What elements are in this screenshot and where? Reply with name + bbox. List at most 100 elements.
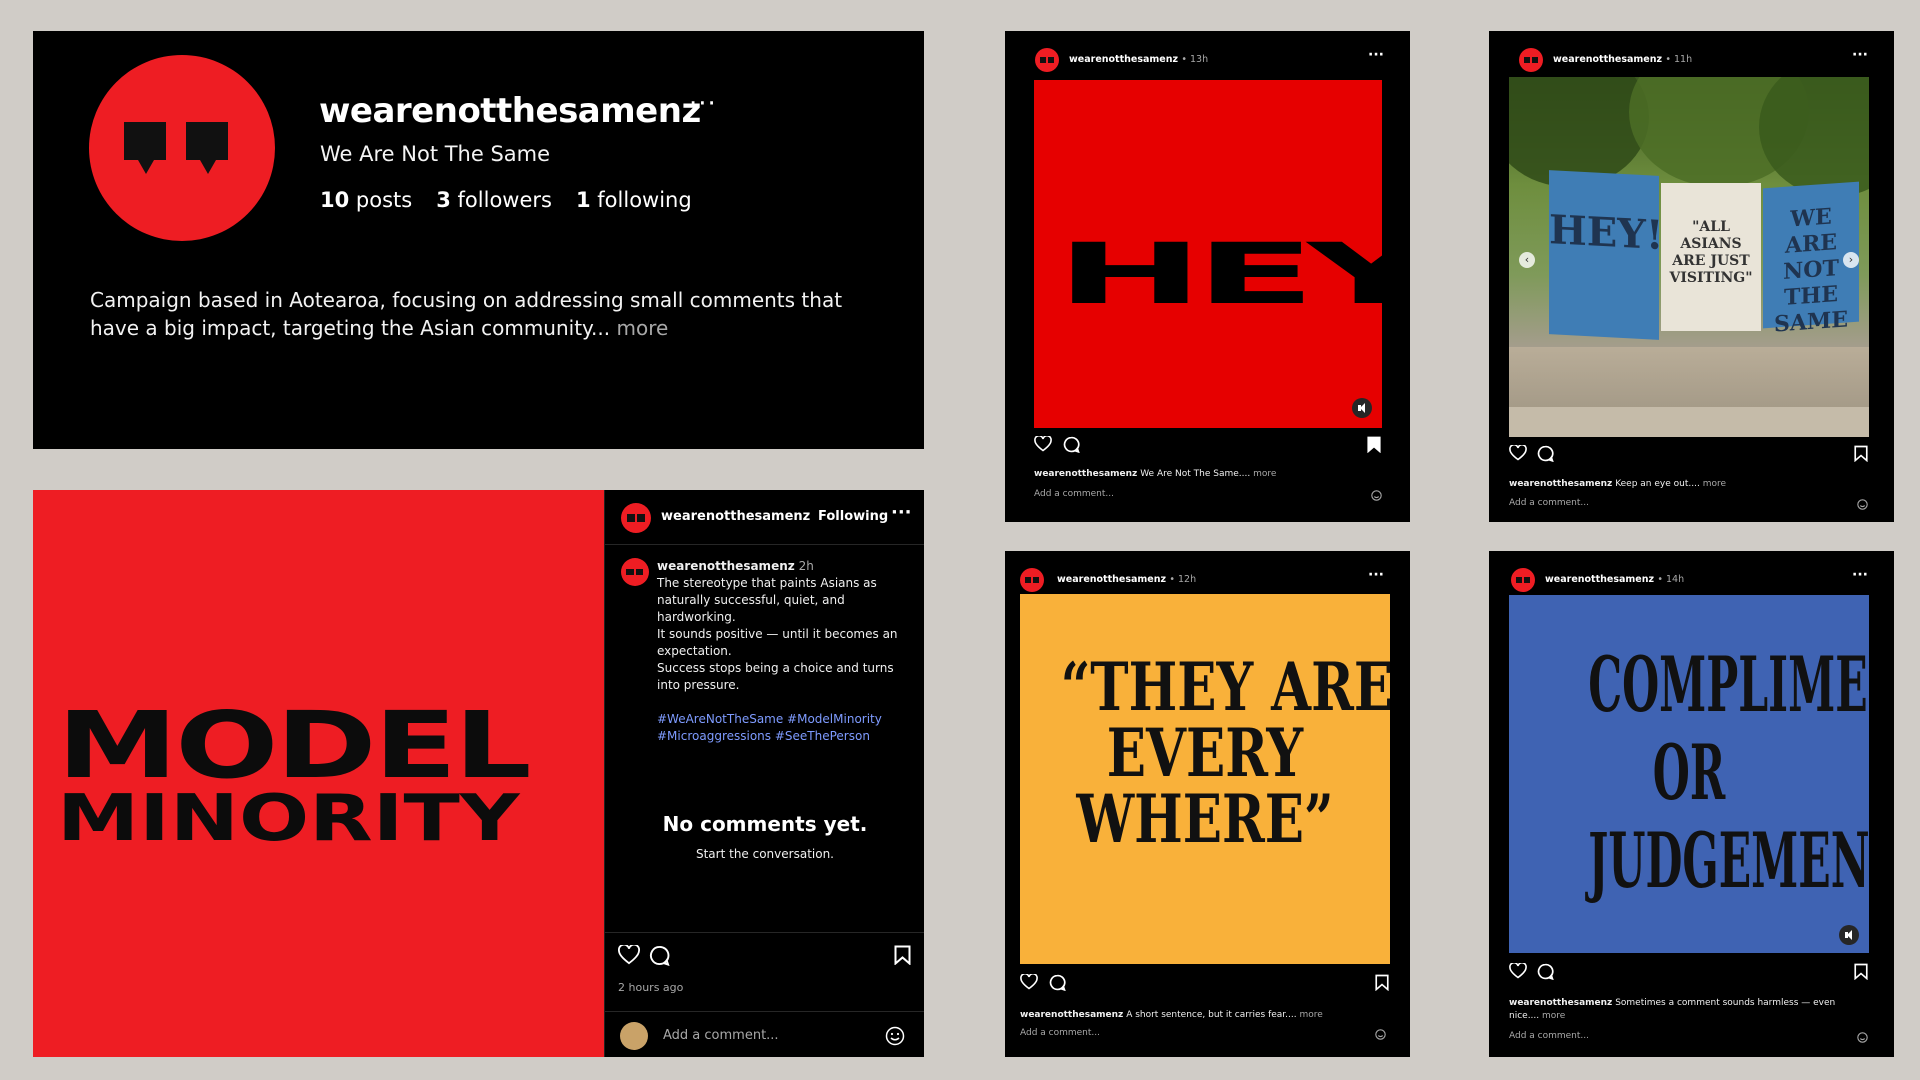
- add-comment-bar: Add a comment...: [605, 1011, 924, 1057]
- add-comment-input[interactable]: Add a comment...: [663, 1028, 779, 1043]
- posted-ago: 2 hours ago: [618, 981, 684, 994]
- pavement-shape: [1509, 407, 1869, 437]
- comment-icon[interactable]: [1049, 974, 1066, 991]
- post-username: wearenotthesamenz • 14h: [1545, 574, 1685, 585]
- more-icon[interactable]: ···: [1368, 567, 1384, 583]
- billboard-panel: HEY!: [1549, 170, 1664, 340]
- smiley-icon[interactable]: [1857, 499, 1868, 510]
- no-comments-title: No comments yet.: [662, 812, 868, 836]
- billboard-text: "ALL ASIANS ARE JUST VISITING": [1669, 219, 1753, 286]
- profile-display-name: We Are Not The Same: [320, 142, 551, 166]
- chevron-right-icon[interactable]: ›: [1843, 252, 1859, 268]
- no-comments-subtitle: Start the conversation.: [695, 847, 834, 861]
- post-image[interactable]: “THEY ARE EVERY WHERE”: [1020, 594, 1390, 964]
- more-icon[interactable]: ···: [689, 89, 717, 119]
- avatar[interactable]: [621, 503, 651, 533]
- art-line: JUDGEMENT: [1588, 816, 1869, 905]
- art-line: OR: [1652, 728, 1726, 817]
- bookmark-icon[interactable]: [1854, 445, 1868, 462]
- post-sidebar: wearenotthesamenz Following ··· wearenot…: [604, 490, 924, 1057]
- caption-time: 2h: [798, 559, 814, 573]
- post-header: wearenotthesamenz Following ···: [605, 490, 924, 545]
- post-image[interactable]: HEY!: [1034, 80, 1382, 428]
- avatar[interactable]: [1020, 568, 1044, 592]
- profile-card: wearenotthesamenz ··· We Are Not The Sam…: [33, 31, 924, 449]
- post-username: wearenotthesamenz • 12h: [1057, 574, 1197, 585]
- add-comment-input[interactable]: Add a comment...: [1020, 1028, 1100, 1038]
- post-image[interactable]: MODEL MINORITY: [33, 490, 604, 1057]
- following-button[interactable]: Following: [818, 509, 888, 524]
- heart-icon[interactable]: [1509, 445, 1527, 461]
- art-text-hey: HEY!: [1056, 225, 1382, 323]
- mute-icon[interactable]: [1352, 398, 1372, 418]
- smiley-icon[interactable]: [1371, 490, 1382, 501]
- art-text-minority: MINORITY: [57, 782, 520, 856]
- post-caption: wearenotthesamenz Sometimes a comment so…: [1509, 998, 1836, 1021]
- billboard-text: HEY!: [1549, 206, 1664, 260]
- bio-text: Campaign based in Aotearoa, focusing on …: [90, 288, 843, 340]
- more-icon[interactable]: ···: [891, 502, 912, 523]
- avatar: [620, 1022, 648, 1050]
- profile-stats: 10 posts 3 followers 1 following: [320, 188, 692, 212]
- art-text: “THEY ARE EVERY WHERE”: [1020, 654, 1390, 852]
- post-actions: 2 hours ago Add a comment...: [605, 932, 924, 1057]
- heart-icon[interactable]: [1509, 963, 1527, 979]
- caption-line: The stereotype that paints Asians as nat…: [657, 576, 877, 624]
- heart-icon[interactable]: [1020, 974, 1038, 990]
- profile-avatar[interactable]: [89, 55, 275, 241]
- art-text: COMPLIMENT OR JUDGEMENT: [1509, 641, 1869, 905]
- following-stat[interactable]: 1 following: [576, 188, 692, 212]
- post-card: wearenotthesamenz • 12h ··· “THEY ARE EV…: [1005, 551, 1410, 1057]
- add-comment-input[interactable]: Add a comment...: [1509, 1031, 1589, 1041]
- avatar[interactable]: [1511, 568, 1535, 592]
- bookmark-icon[interactable]: [1375, 974, 1389, 991]
- post-username: wearenotthesamenz • 13h: [1069, 54, 1209, 65]
- more-icon[interactable]: ···: [1852, 47, 1868, 63]
- avatar[interactable]: [1519, 48, 1543, 72]
- art-line: COMPLIMENT: [1588, 640, 1869, 729]
- smiley-icon[interactable]: [1375, 1029, 1386, 1040]
- post-username[interactable]: wearenotthesamenz: [661, 509, 810, 524]
- caption-username[interactable]: wearenotthesamenz: [657, 559, 795, 573]
- profile-username: wearenotthesamenz: [319, 91, 701, 131]
- avatar[interactable]: [1035, 48, 1059, 72]
- model-minority-post: MODEL MINORITY wearenotthesamenz Followi…: [33, 490, 924, 1057]
- billboard-panel: "ALL ASIANS ARE JUST VISITING": [1661, 183, 1761, 331]
- post-card: wearenotthesamenz • 14h ··· COMPLIMENT O…: [1489, 551, 1894, 1057]
- add-comment-input[interactable]: Add a comment...: [1509, 498, 1589, 508]
- caption-hashtags[interactable]: #WeAreNotTheSame #ModelMinority #Microag…: [657, 712, 882, 743]
- posts-stat[interactable]: 10 posts: [320, 188, 412, 212]
- post-image[interactable]: COMPLIMENT OR JUDGEMENT: [1509, 595, 1869, 953]
- mute-icon[interactable]: [1839, 925, 1859, 945]
- post-image[interactable]: HEY! "ALL ASIANS ARE JUST VISITING" WE A…: [1509, 77, 1869, 437]
- heart-icon[interactable]: [618, 945, 640, 965]
- comment-icon[interactable]: [1537, 445, 1554, 462]
- comment-icon[interactable]: [649, 945, 670, 966]
- heart-icon[interactable]: [1034, 436, 1052, 452]
- bookmark-icon[interactable]: [1367, 436, 1381, 453]
- art-line: WHERE”: [1076, 780, 1334, 858]
- followers-stat[interactable]: 3 followers: [436, 188, 552, 212]
- caption-line: Success stops being a choice and turns i…: [657, 661, 894, 692]
- more-icon[interactable]: ···: [1852, 567, 1868, 583]
- smiley-icon[interactable]: [1857, 1032, 1868, 1043]
- caption-line: It sounds positive — until it becomes an…: [657, 627, 898, 658]
- comment-icon[interactable]: [1063, 436, 1080, 453]
- post-caption: wearenotthesamenz A short sentence, but …: [1020, 1010, 1323, 1020]
- chevron-left-icon[interactable]: ‹: [1519, 252, 1535, 268]
- post-username: wearenotthesamenz • 11h: [1553, 54, 1693, 65]
- post-caption: wearenotthesamenz Keep an eye out.... mo…: [1509, 479, 1727, 489]
- more-icon[interactable]: ···: [1368, 47, 1384, 63]
- bio-more-link[interactable]: more: [616, 316, 668, 340]
- comment-icon[interactable]: [1537, 963, 1554, 980]
- add-comment-input[interactable]: Add a comment...: [1034, 489, 1114, 499]
- quote-logo-icon: [124, 122, 228, 174]
- art-line: EVERY: [1106, 714, 1304, 792]
- bookmark-icon[interactable]: [894, 945, 911, 965]
- avatar[interactable]: [621, 558, 649, 586]
- smiley-icon[interactable]: [885, 1026, 905, 1046]
- profile-bio: Campaign based in Aotearoa, focusing on …: [90, 286, 890, 342]
- post-caption: wearenotthesamenz We Are Not The Same...…: [1034, 469, 1277, 479]
- art-line: “THEY ARE: [1060, 648, 1390, 726]
- bookmark-icon[interactable]: [1854, 963, 1868, 980]
